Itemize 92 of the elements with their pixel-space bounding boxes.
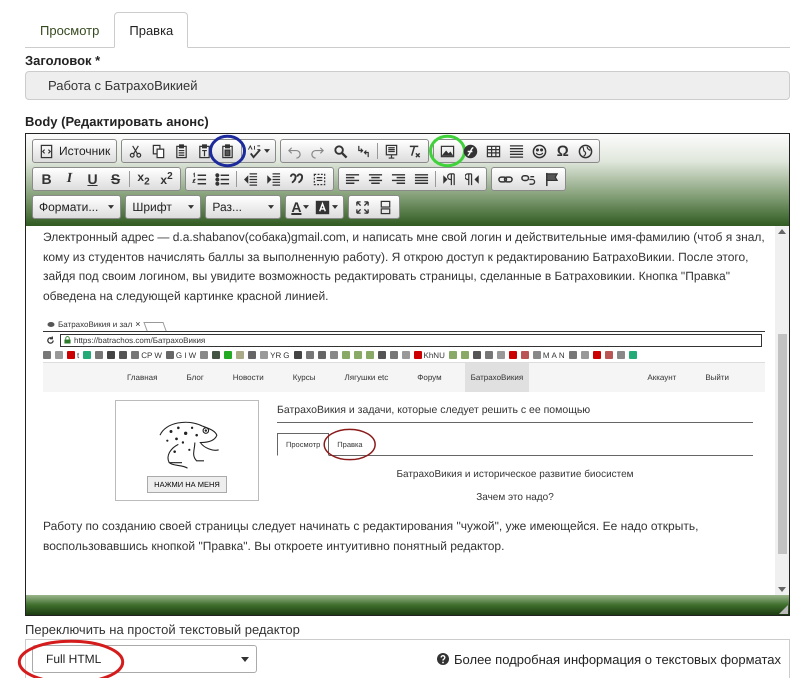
browser-tab[interactable]: БатрахоВикия и зал × xyxy=(43,317,145,331)
scrollbar-thumb[interactable] xyxy=(778,334,786,554)
nav-link[interactable]: Выйти xyxy=(699,363,735,392)
justify-icon xyxy=(414,172,429,186)
tab[interactable]: Просмотр xyxy=(25,12,114,48)
spellcheck-icon xyxy=(247,144,262,158)
bookmark-label[interactable]: G xyxy=(283,350,290,360)
paragraph: Электронный адрес — d.a.shabanov(собака)gmail.com, и написать мне свой логин и действительные имя-фамилию (чтоб я знал, кому из студентов начислять баллы за выполненную работу). Я открою доступ к редактированию БатрахоВикии. После этого, зайдя под своим логином, вы увидите возможность редактировать страницы, сделанные в Батраховикии. Кнопка "Правка" обведена на следующей картинке красной линией. xyxy=(43,229,765,304)
highlight-icon xyxy=(315,200,330,214)
scroll-down-icon[interactable] xyxy=(778,587,786,592)
address-bar[interactable]: https://batrachos.com/БатрахоВикия xyxy=(60,334,762,346)
nav-link[interactable]: Главная xyxy=(121,363,164,392)
scroll-up-icon[interactable] xyxy=(778,229,786,234)
bookmark-label[interactable]: W xyxy=(154,350,162,360)
nav-link[interactable]: Лягушки etc xyxy=(338,363,394,392)
nav-link[interactable]: Аккаунт xyxy=(641,363,682,392)
maximize-icon xyxy=(355,200,370,214)
nav-link[interactable]: Курсы xyxy=(286,363,322,392)
bulleted-list-icon xyxy=(215,172,230,186)
copy-icon xyxy=(151,144,166,158)
required-mark: * xyxy=(95,53,100,68)
tab-title: БатрахоВикия и зал xyxy=(58,320,132,328)
scrollbar[interactable] xyxy=(775,226,789,595)
bookmark-label[interactable]: N xyxy=(558,350,565,360)
toolbar-button[interactable]: S xyxy=(104,169,127,189)
page-subtitle: БатрахоВикия и историческое развитие биосистем xyxy=(395,469,635,480)
globe-icon xyxy=(578,144,594,158)
close-button[interactable]: × xyxy=(135,319,141,329)
bookmark-label[interactable]: G I xyxy=(176,350,187,360)
bookmark-label[interactable]: W xyxy=(188,350,196,360)
outdent-icon xyxy=(243,172,258,186)
paste-word-icon xyxy=(220,144,236,158)
source-icon xyxy=(39,144,54,158)
paste-icon xyxy=(174,144,190,158)
field-label: Body (Редактировать анонс) xyxy=(25,114,210,129)
flag-icon xyxy=(544,172,559,186)
bookmark-icon[interactable] xyxy=(166,351,174,359)
image-icon xyxy=(440,144,456,158)
caret-icon xyxy=(241,656,249,662)
dropdown[interactable]: Шрифт xyxy=(128,197,198,217)
smiley-icon xyxy=(532,144,548,158)
scissors-icon xyxy=(128,144,144,158)
resize-handle-icon[interactable] xyxy=(779,605,788,614)
source-button[interactable]: Источник xyxy=(35,141,114,161)
right-to-left-icon xyxy=(465,172,480,186)
lock-icon xyxy=(64,336,71,344)
horizontal-rule-icon xyxy=(509,144,524,158)
flash-icon xyxy=(463,144,478,158)
help-icon xyxy=(437,653,450,665)
search-icon xyxy=(333,144,348,158)
title-field[interactable]: Работа с БатрахоВикией xyxy=(25,71,790,100)
nav-link[interactable]: Новости xyxy=(226,363,270,392)
bookmark-label[interactable]: t xyxy=(77,350,80,360)
toolbar-button[interactable]: A xyxy=(288,197,312,217)
toolbar-button[interactable]: U xyxy=(81,169,104,189)
nav-link[interactable]: БатрахоВикия xyxy=(464,363,530,392)
bookmark-label[interactable]: M xyxy=(542,350,550,360)
nav-link[interactable]: Форум xyxy=(411,363,448,392)
align-right-icon xyxy=(391,172,406,186)
replace-icon xyxy=(356,144,372,158)
paste-text-icon xyxy=(197,144,212,158)
dropdown[interactable]: Формати... xyxy=(35,197,118,217)
dropdown[interactable]: Раз... xyxy=(208,197,278,217)
tab[interactable]: Правка xyxy=(114,12,188,48)
paragraph: Работу по созданию своей страницы следует начинать с редактирования "чужой", уже имеющейся. Ее надо открыть, воспользовавшись кнопкой "Правка". Вы откроете интуитивно понятный редактор. xyxy=(43,518,700,554)
field-label: Заголовок xyxy=(25,53,92,68)
nav-link[interactable]: Блог xyxy=(180,363,210,392)
bookmark-label[interactable]: YR xyxy=(270,350,282,360)
bookmark-label[interactable]: A xyxy=(552,350,557,360)
numbered-list-icon xyxy=(192,172,207,186)
toolbar-button[interactable]: x$^{2}$ xyxy=(155,169,178,189)
new-tab-button[interactable] xyxy=(142,322,166,331)
toolbar-button[interactable]: x$_{2}$ xyxy=(132,169,155,189)
indent-icon xyxy=(266,172,281,186)
toolbar-button[interactable]: B xyxy=(35,169,58,189)
bookmark-label[interactable]: CP xyxy=(141,350,152,360)
remove-format-icon xyxy=(407,144,422,158)
text-format-select[interactable]: Full HTML xyxy=(32,645,257,673)
align-left-icon xyxy=(345,172,360,186)
section-heading: Зачем это надо? xyxy=(475,492,555,503)
switch-editor-link[interactable]: Переключить на простой текстовый редактор xyxy=(25,622,800,637)
table-icon xyxy=(486,144,502,158)
help-link[interactable]: Более подробная информация о текстовых форматах xyxy=(454,652,781,666)
reload-icon[interactable] xyxy=(46,336,55,344)
align-center-icon xyxy=(368,172,383,186)
div-icon xyxy=(312,172,327,186)
show-blocks-icon xyxy=(378,200,394,214)
toolbar-button[interactable]: I xyxy=(58,169,81,189)
bookmark-label[interactable]: KhNU xyxy=(424,350,445,360)
page-heading: БатрахоВикия и задачи, которые следует решить с ее помощью xyxy=(277,400,753,423)
left-to-right-icon xyxy=(442,172,457,186)
toolbar-button[interactable]: Ω xyxy=(551,141,574,161)
